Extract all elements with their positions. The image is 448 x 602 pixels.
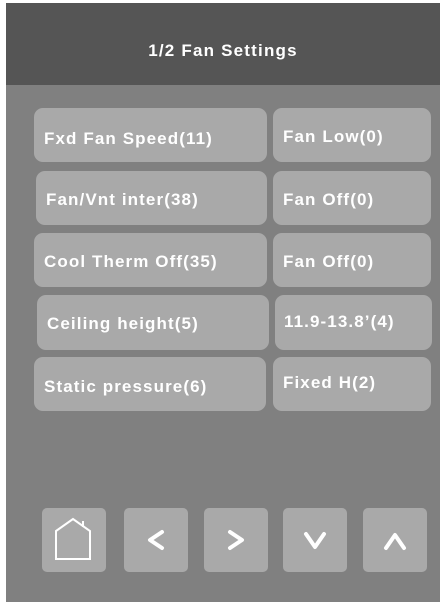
previous-button[interactable] [124,508,188,572]
header-bar: 1/2 Fan Settings [6,3,440,85]
setting-name-button-cool-therm-off[interactable]: Cool Therm Off(35) [34,233,267,287]
setting-value-button-static-pressure[interactable]: Fixed H(2) [273,357,431,411]
setting-value-button-ceiling-height[interactable]: 11.9-13.8’(4) [275,295,432,350]
setting-name-label: Fan/Vnt inter(38) [46,190,199,209]
setting-value-button-fixed-fan-speed[interactable]: Fan Low(0) [273,108,431,162]
chevron-up-icon [384,533,406,550]
scroll-down-button[interactable] [283,508,347,572]
setting-name-button-fixed-fan-speed[interactable]: Fxd Fan Speed(11) [34,108,267,162]
setting-name-button-static-pressure[interactable]: Static pressure(6) [34,357,266,411]
chevron-right-icon [228,530,244,550]
setting-value-button-fan-vent-inter[interactable]: Fan Off(0) [273,171,431,225]
screen: 1/2 Fan Settings Fxd Fan Speed(11) Fan L… [6,3,440,602]
setting-name-label: Cool Therm Off(35) [44,252,218,271]
next-button[interactable] [204,508,268,572]
setting-value-label: Fan Low(0) [283,127,384,146]
page-title: 1/2 Fan Settings [148,41,298,60]
setting-value-label: Fixed H(2) [283,373,377,392]
setting-value-button-cool-therm-off[interactable]: Fan Off(0) [273,233,431,287]
setting-name-label: Fxd Fan Speed(11) [44,129,213,148]
chevron-left-icon [148,530,164,550]
home-icon [55,517,91,560]
setting-name-button-ceiling-height[interactable]: Ceiling height(5) [37,295,269,350]
setting-value-label: 11.9-13.8’(4) [284,312,395,331]
home-button[interactable] [42,508,106,572]
setting-name-button-fan-vent-inter[interactable]: Fan/Vnt inter(38) [36,171,267,225]
setting-name-label: Static pressure(6) [44,377,208,396]
setting-value-label: Fan Off(0) [283,252,375,271]
setting-value-label: Fan Off(0) [283,190,375,209]
chevron-down-icon [304,532,326,549]
scroll-up-button[interactable] [363,508,427,572]
setting-name-label: Ceiling height(5) [47,314,199,333]
